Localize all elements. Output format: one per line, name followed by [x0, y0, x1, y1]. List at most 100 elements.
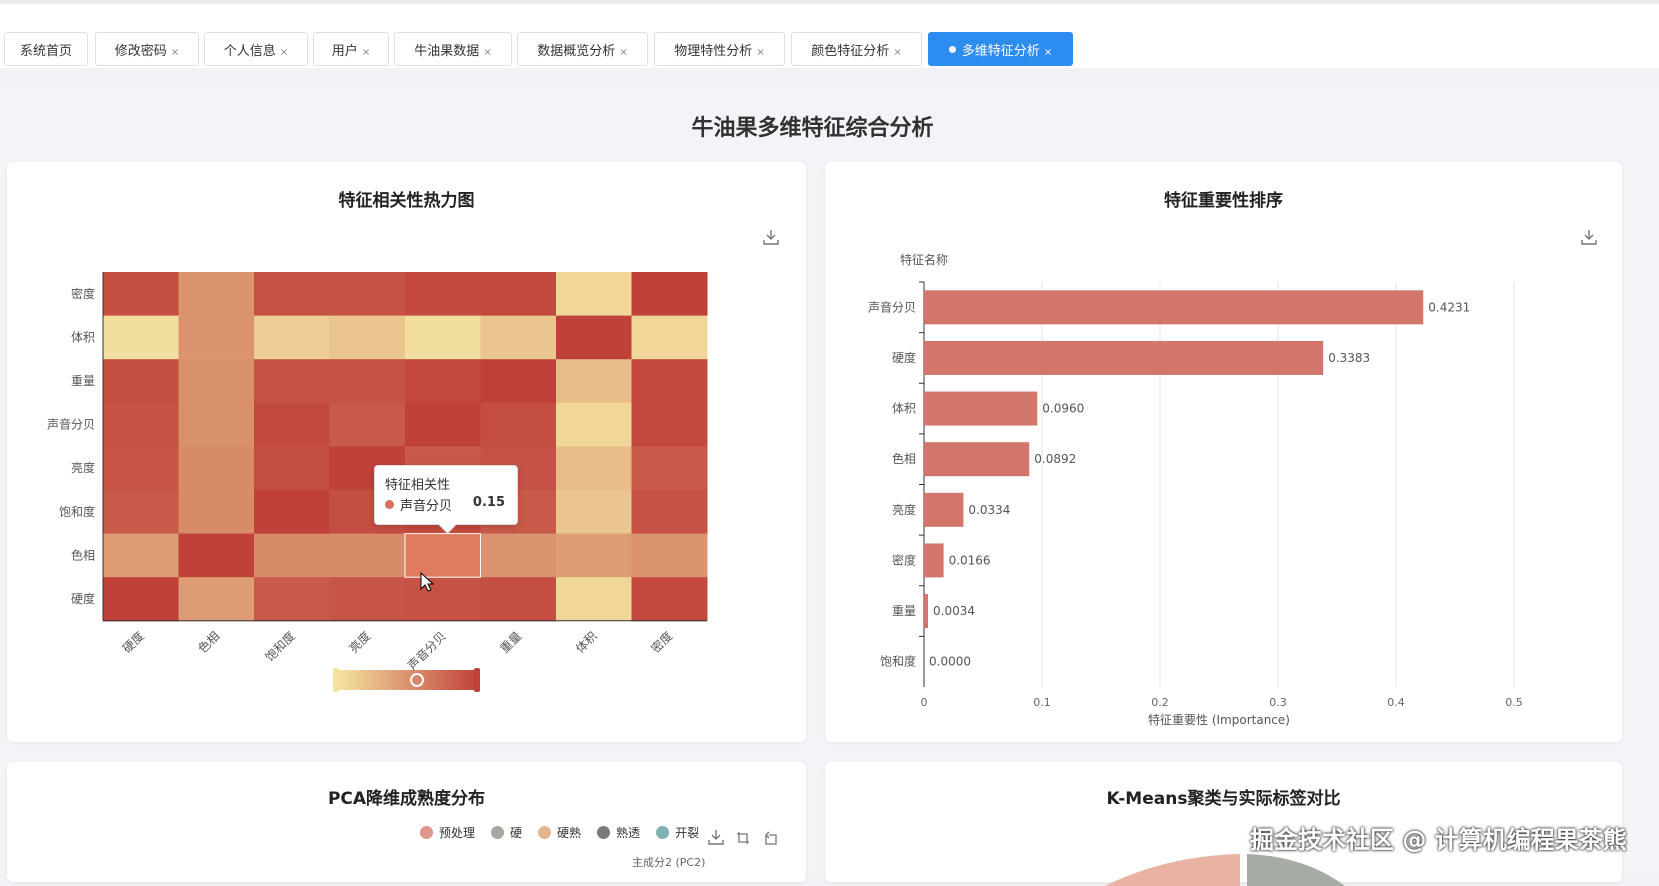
- legend-label[interactable]: 开裂: [675, 824, 699, 841]
- legend-label[interactable]: 预处理: [439, 824, 475, 841]
- heatmap-cell[interactable]: [631, 490, 708, 535]
- heatmap-cell[interactable]: [103, 577, 179, 622]
- heatmap-cell[interactable]: [178, 272, 255, 317]
- heatmap-cell[interactable]: [178, 446, 255, 491]
- visual-map-handle-min: [333, 668, 339, 692]
- heatmap-cell[interactable]: [556, 533, 632, 578]
- visual-map-handle-max: [474, 668, 480, 692]
- heatmap-cell[interactable]: [405, 272, 481, 317]
- heatmap-cell[interactable]: [103, 359, 179, 404]
- tab-color-analysis[interactable]: 颜色特征分析 ×: [791, 32, 922, 66]
- heatmap-cell[interactable]: [254, 577, 330, 622]
- bar[interactable]: [924, 442, 1030, 477]
- x-tick-label: 密度: [648, 628, 676, 656]
- y-tick-label: 声音分贝: [868, 299, 916, 314]
- heatmap-cell[interactable]: [631, 272, 708, 317]
- legend-dot[interactable]: [656, 826, 670, 839]
- bar[interactable]: [924, 391, 1038, 426]
- heatmap-chart[interactable]: 密度体积重量声音分贝亮度饱和度色相硬度硬度 色相 饱和度 亮度 声音分贝 重量 体积 密度: [0, 0, 810, 720]
- bar[interactable]: [924, 290, 1424, 325]
- legend-label[interactable]: 硬: [510, 824, 522, 841]
- heatmap-cell[interactable]: [556, 272, 632, 317]
- y-tick-label: 体积: [71, 330, 95, 344]
- heatmap-cell[interactable]: [631, 315, 708, 360]
- heatmap-cell[interactable]: [254, 490, 330, 535]
- heatmap-cell[interactable]: [329, 533, 406, 578]
- heatmap-cell[interactable]: [178, 533, 255, 578]
- y-tick-label: 重量: [892, 604, 916, 618]
- heatmap-cell[interactable]: [254, 359, 330, 404]
- heatmap-cell[interactable]: [178, 402, 255, 447]
- heatmap-cell[interactable]: [103, 490, 179, 535]
- bar-value-label: 0.0960: [1042, 402, 1084, 416]
- tab-multidim-analysis[interactable]: 多维特征分析 ×: [928, 32, 1073, 66]
- heatmap-cell[interactable]: [254, 272, 330, 317]
- y-tick-label: 饱和度: [59, 504, 95, 519]
- x-tick-label: 0.5: [1505, 696, 1523, 709]
- bar[interactable]: [924, 492, 964, 527]
- heatmap-cell[interactable]: [556, 359, 632, 404]
- x-tick-label: 色相: [195, 629, 222, 656]
- heatmap-cell[interactable]: [631, 533, 708, 578]
- heatmap-cell[interactable]: [178, 577, 255, 622]
- heatmap-cell[interactable]: [556, 490, 632, 535]
- heatmap-cell[interactable]: [254, 533, 330, 578]
- heatmap-cell[interactable]: [405, 359, 481, 404]
- y-tick-label: 亮度: [892, 502, 916, 517]
- heatmap-cell[interactable]: [103, 402, 179, 447]
- heatmap-cell[interactable]: [480, 272, 557, 317]
- heatmap-cell[interactable]: [329, 402, 406, 447]
- heatmap-cell[interactable]: [103, 272, 179, 317]
- legend-label[interactable]: 硬熟: [557, 824, 581, 841]
- heatmap-cell[interactable]: [631, 577, 708, 622]
- heatmap-cell[interactable]: [178, 315, 255, 360]
- close-icon[interactable]: ×: [1044, 47, 1052, 58]
- heatmap-cell[interactable]: [480, 315, 557, 360]
- heatmap-cell[interactable]: [254, 315, 330, 360]
- heatmap-cell[interactable]: [103, 446, 179, 491]
- heatmap-cell[interactable]: [556, 446, 632, 491]
- heatmap-cell[interactable]: [405, 402, 481, 447]
- heatmap-cell[interactable]: [480, 359, 557, 404]
- y-tick-label: 密度: [71, 286, 95, 301]
- heatmap-cell[interactable]: [329, 359, 406, 404]
- bar[interactable]: [924, 594, 929, 629]
- heatmap-cell[interactable]: [405, 577, 481, 622]
- tab-label: 多维特征分析: [961, 43, 1040, 59]
- close-icon[interactable]: ×: [893, 47, 901, 58]
- heatmap-cell[interactable]: [631, 402, 708, 447]
- heatmap-cell[interactable]: [103, 533, 179, 578]
- active-dot-icon: [948, 45, 956, 53]
- heatmap-cell[interactable]: [631, 446, 708, 491]
- importance-bar-chart[interactable]: 0 0.1 0.2 0.3 0.4 0.5 声音分贝 0.4231 硬度 0.3383 体积 0.09…: [825, 162, 1622, 742]
- heatmap-cell[interactable]: [254, 402, 330, 447]
- heatmap-cell[interactable]: [556, 577, 632, 622]
- heatmap-cell[interactable]: [480, 402, 557, 447]
- legend-dot[interactable]: [420, 826, 433, 839]
- restore-icon[interactable]: [763, 830, 779, 846]
- heatmap-cell[interactable]: [329, 315, 406, 360]
- bar[interactable]: [924, 340, 1324, 375]
- x-tick-label: 体积: [573, 629, 600, 656]
- heatmap-cell[interactable]: [556, 402, 632, 447]
- heatmap-cell[interactable]: [480, 577, 557, 622]
- heatmap-cell[interactable]: [556, 315, 632, 360]
- bar[interactable]: [924, 543, 944, 578]
- zoom-icon[interactable]: [735, 830, 751, 846]
- heatmap-cell[interactable]: [631, 359, 708, 404]
- bar-value-label: 0.0000: [929, 655, 971, 669]
- heatmap-cell[interactable]: [178, 490, 255, 535]
- legend-dot[interactable]: [491, 826, 505, 839]
- heatmap-cell[interactable]: [329, 272, 406, 317]
- legend-label[interactable]: 熟透: [616, 824, 640, 841]
- heatmap-cell[interactable]: [254, 446, 330, 491]
- heatmap-cell[interactable]: [405, 315, 481, 360]
- x-axis-title: 特征重要性 (Importance): [1148, 712, 1290, 727]
- legend-dot[interactable]: [597, 826, 611, 839]
- heatmap-cell[interactable]: [103, 315, 179, 360]
- heatmap-cell[interactable]: [178, 359, 255, 404]
- legend-dot[interactable]: [538, 826, 552, 839]
- heatmap-cell[interactable]: [480, 533, 557, 578]
- heatmap-cell[interactable]: [329, 577, 406, 622]
- download-icon[interactable]: [707, 828, 725, 846]
